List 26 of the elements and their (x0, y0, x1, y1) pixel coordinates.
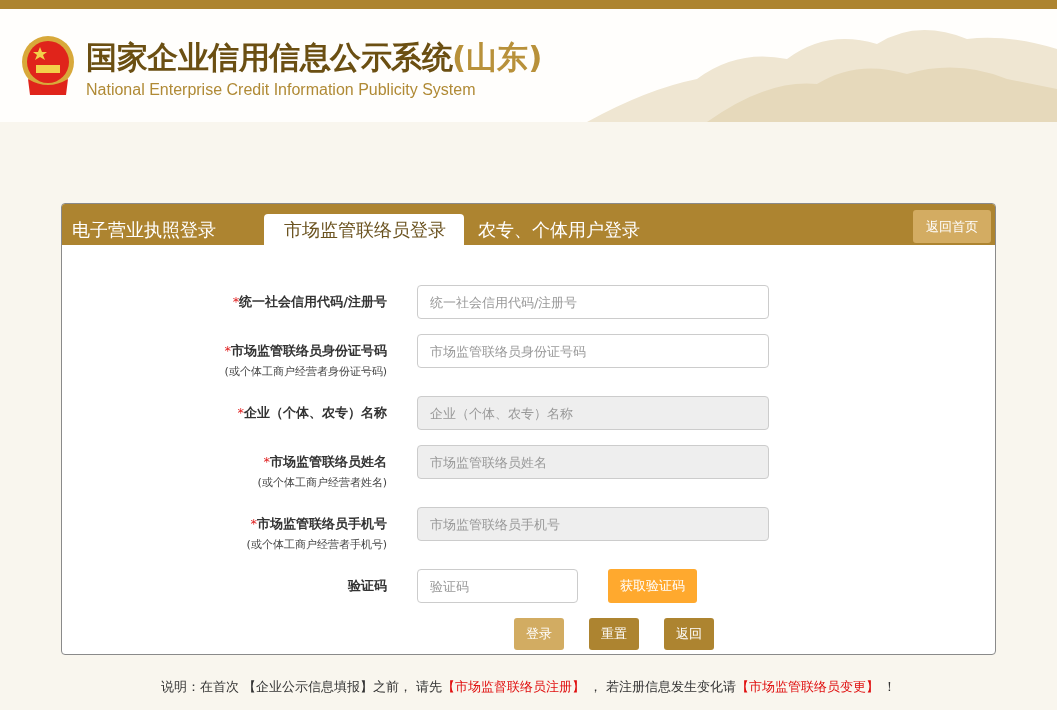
notice-link[interactable]: 【市场监督联络员注册】 (441, 679, 585, 694)
captcha-field[interactable]: 验证码 (417, 569, 578, 603)
field-label: *市场监管联络员姓名 (263, 453, 387, 471)
field-label: 验证码 (348, 577, 387, 595)
field-note: (或个体工商户经营者姓名) (257, 475, 387, 490)
get-code-button[interactable]: 获取验证码 (608, 569, 697, 603)
region-title: (山东) (452, 37, 543, 77)
notice-link[interactable]: 【市场监管联络员变更】 (736, 679, 880, 694)
site-title: 国家企业信用信息公示系统 (86, 37, 452, 77)
notice-text: 说明：在首次 【企业公示信息填报】之前， 请先【市场监督联络员注册】 ， 若注册信息发生变化请【市场监管联络员变更】 ！ (160, 678, 897, 696)
field-label: *市场监管联络员手机号 (250, 515, 387, 533)
action-button[interactable]: 返回 (663, 618, 714, 650)
home-button[interactable]: 返回首页 (913, 210, 991, 243)
action-button[interactable]: 重置 (588, 618, 639, 650)
input-field[interactable]: 市场监管联络员身份证号码 (417, 334, 769, 368)
emblem-icon (20, 34, 76, 97)
field-label: *市场监管联络员身份证号码 (224, 342, 387, 360)
login-tab[interactable]: 农专、个体用户登录 (478, 214, 658, 245)
action-button[interactable]: 登录 (513, 618, 564, 650)
field-note: (或个体工商户经营者手机号) (246, 537, 387, 552)
site-subtitle: National Enterprise Credit Information Publicity System (86, 80, 477, 99)
field-label: *企业（个体、农专）名称 (237, 404, 387, 422)
login-tab[interactable]: 电子营业执照登录 (72, 214, 234, 245)
login-tab[interactable]: 市场监管联络员登录 (264, 214, 464, 245)
field-note: (或个体工商户经营者身份证号码) (224, 364, 387, 379)
field-label: *统一社会信用代码/注册号 (232, 293, 387, 311)
